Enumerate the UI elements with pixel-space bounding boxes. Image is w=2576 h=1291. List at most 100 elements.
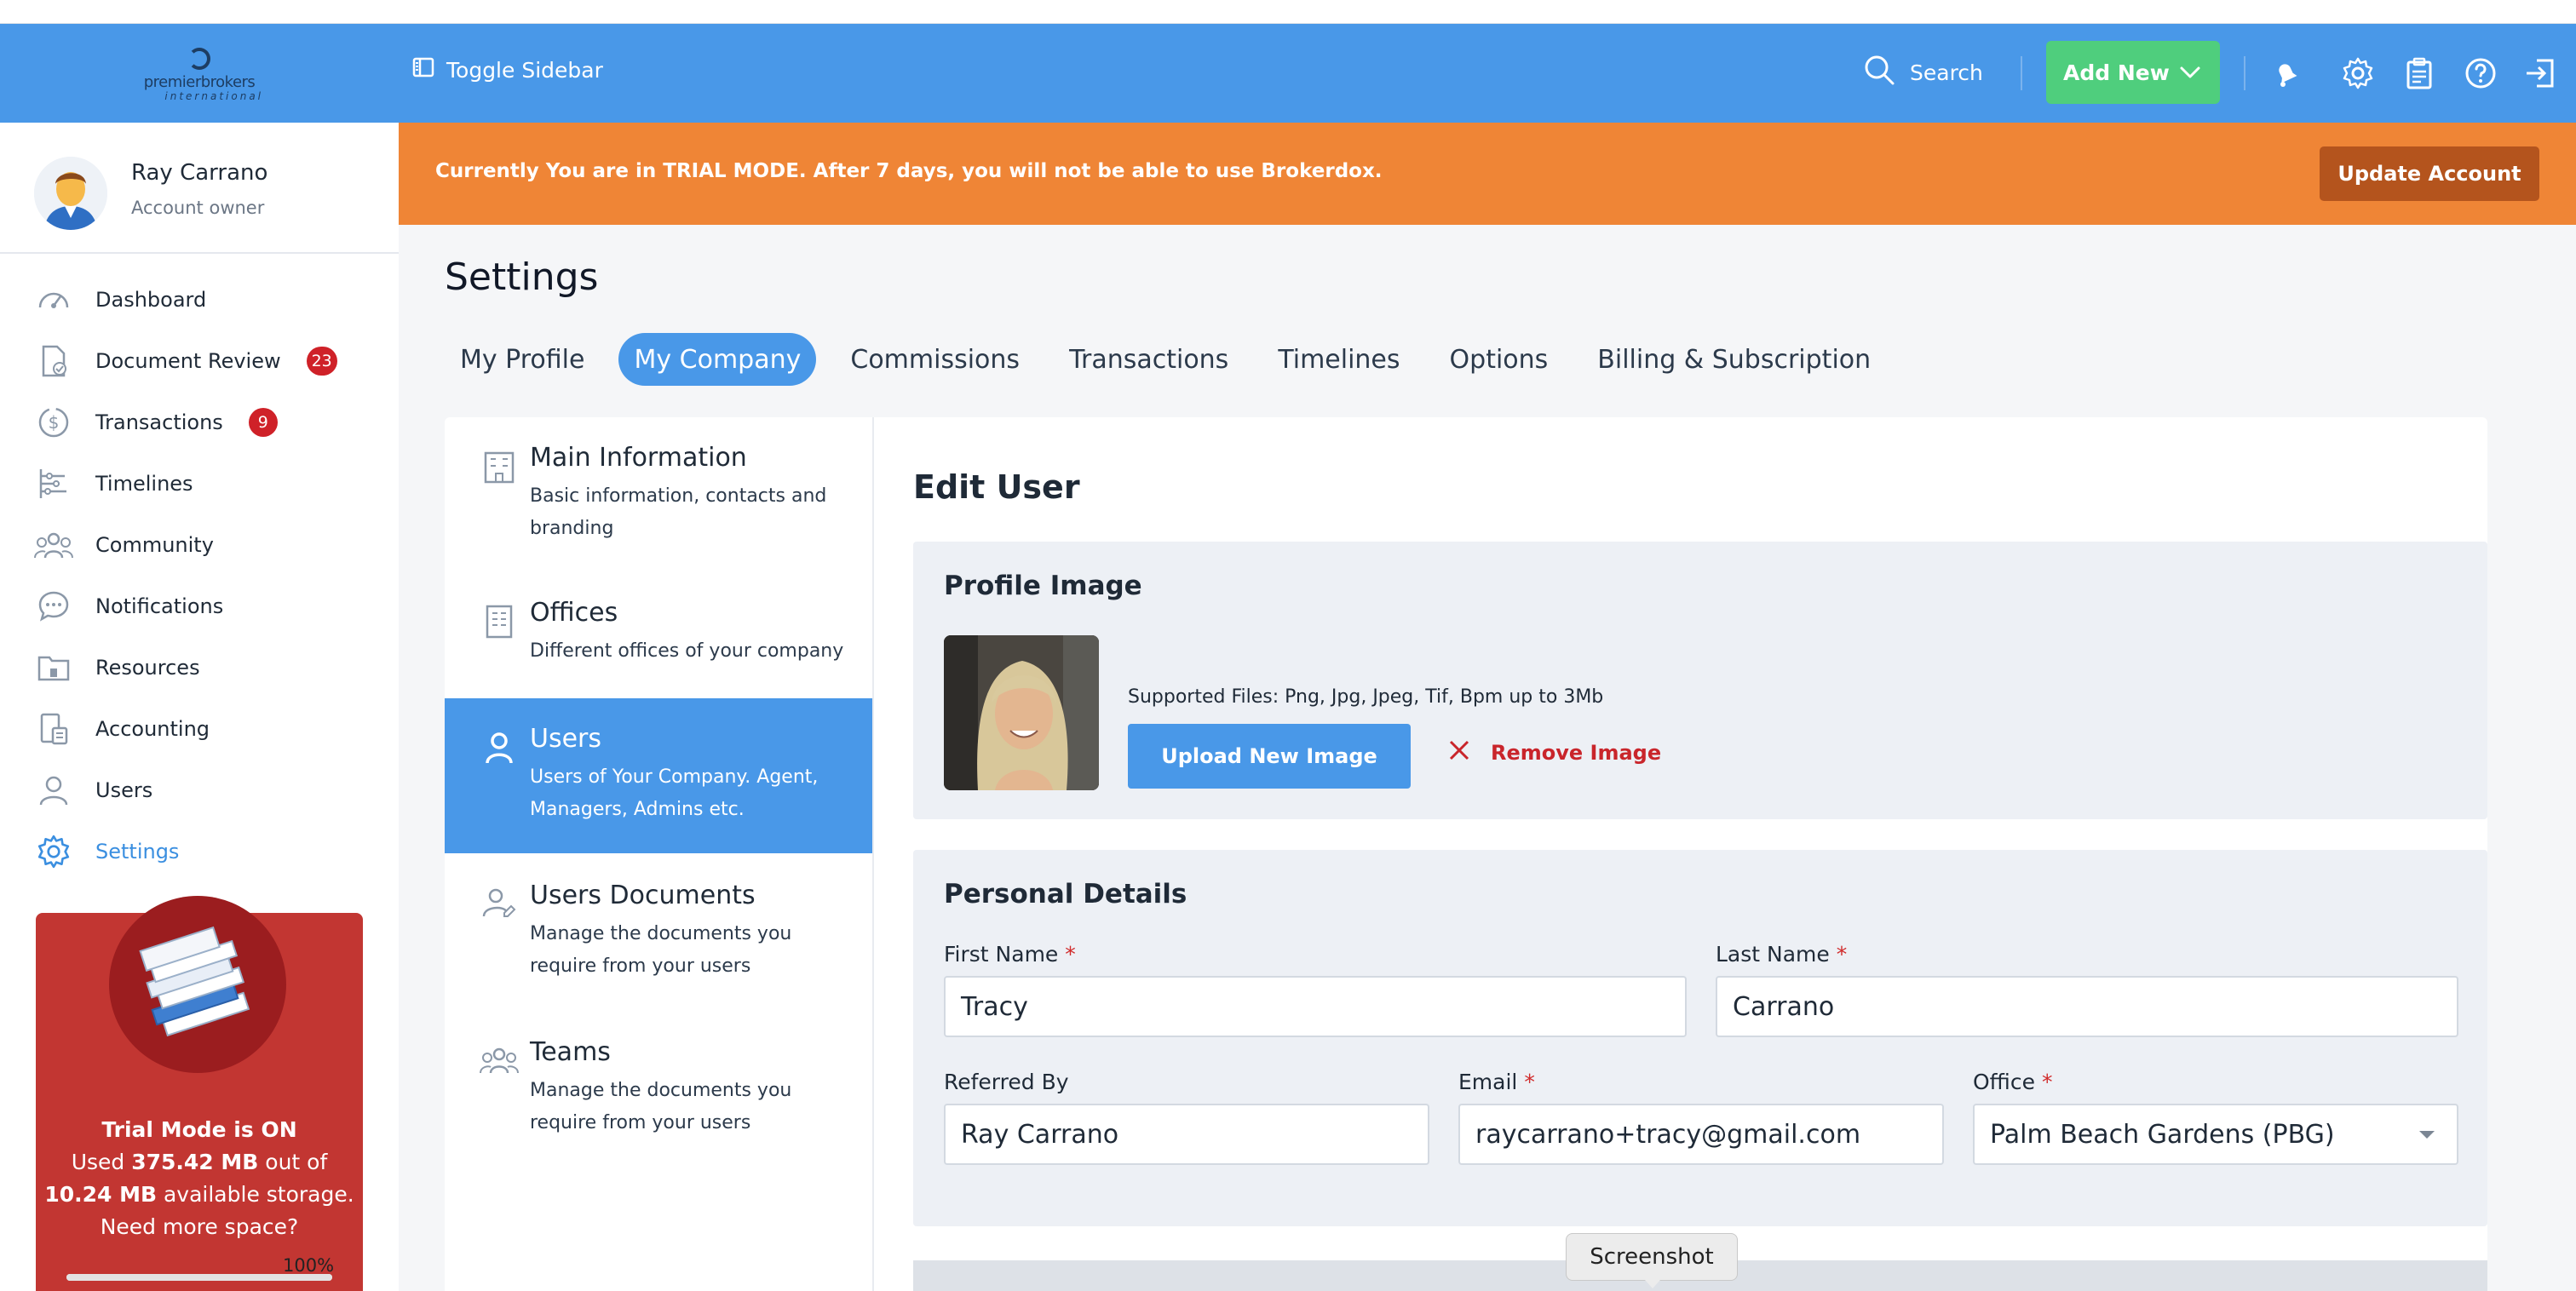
sidebar-item-accounting[interactable]: Accounting <box>34 709 210 749</box>
user-icon <box>479 727 520 768</box>
last-name-label: Last Name * <box>1716 942 1848 967</box>
avatar <box>34 157 107 230</box>
calculator-icon <box>34 709 73 749</box>
building-icon <box>479 446 520 487</box>
logo-subtext: international <box>164 90 263 102</box>
sidebar-item-dashboard[interactable]: Dashboard <box>34 279 206 320</box>
subnav-item-desc: Manage the documents you require from yo… <box>530 1080 792 1133</box>
office-select[interactable]: Palm Beach Gardens (PBG) <box>1973 1104 2458 1165</box>
browser-top-strip <box>0 0 2576 24</box>
storage-progress-fill <box>66 1274 332 1281</box>
gear-icon <box>34 832 73 871</box>
user-name: Ray Carrano <box>131 160 268 186</box>
subnav-item-title: Offices <box>530 598 618 628</box>
caret-down-icon <box>2419 1131 2435 1139</box>
notification-badge: 9 <box>248 408 278 437</box>
sidebar-item-label: Community <box>95 533 214 557</box>
sidebar-item-label: Transactions <box>95 410 223 434</box>
add-new-button[interactable]: Add New <box>2046 41 2220 104</box>
tab-commissions[interactable]: Commissions <box>835 333 1035 386</box>
tab-my-company[interactable]: My Company <box>618 333 817 386</box>
search-button[interactable]: Search <box>1862 53 1983 92</box>
svg-text:$: $ <box>49 412 60 433</box>
upload-new-image-button[interactable]: Upload New Image <box>1128 724 1411 789</box>
add-new-label: Add New <box>2063 60 2170 85</box>
subnav-item-desc: Users of Your Company. Agent, Managers, … <box>530 766 819 820</box>
sidebar-item-label: Notifications <box>95 594 224 618</box>
sidebar: Ray Carrano Account owner Dashboard Docu… <box>0 123 399 1291</box>
subnav-item-title: Teams <box>530 1037 611 1067</box>
sidebar-toggle-icon <box>412 56 434 83</box>
supported-files-text: Supported Files: Png, Jpg, Jpeg, Tif, Bp… <box>1128 686 1604 708</box>
tab-transactions[interactable]: Transactions <box>1054 333 1244 386</box>
company-logo: premierbrokers international <box>135 39 263 107</box>
toggle-sidebar-label: Toggle Sidebar <box>446 57 603 83</box>
bell-icon[interactable] <box>2268 55 2305 92</box>
user-document-icon <box>479 884 520 925</box>
chevron-down-icon <box>2177 60 2203 90</box>
sidebar-item-timelines[interactable]: Timelines <box>34 463 193 504</box>
tab-options[interactable]: Options <box>1435 333 1564 386</box>
referred-by-label: Referred By <box>944 1070 1069 1094</box>
close-icon <box>1446 737 1472 768</box>
timeline-icon <box>34 464 73 503</box>
toggle-sidebar-button[interactable]: Toggle Sidebar <box>412 56 603 83</box>
email-field[interactable]: raycarrano+tracy@gmail.com <box>1458 1104 1944 1165</box>
sidebar-item-settings[interactable]: Settings <box>34 831 179 872</box>
trial-storage-card: Trial Mode is ON Used 375.42 MB out of 1… <box>36 896 363 1291</box>
dollar-circle-icon: $ <box>34 403 73 442</box>
sidebar-item-community[interactable]: Community <box>34 525 214 565</box>
last-name-field[interactable]: Carrano <box>1716 976 2458 1037</box>
company-subnav: Main Information Basic information, cont… <box>445 417 874 1291</box>
profile-photo <box>944 635 1099 790</box>
referred-by-field[interactable]: Ray Carrano <box>944 1104 1429 1165</box>
settings-tabs: My Profile My Company Commissions Transa… <box>445 332 1905 387</box>
topbar-divider <box>2244 56 2245 90</box>
gear-icon[interactable] <box>2339 55 2377 92</box>
sidebar-item-users[interactable]: Users <box>34 770 152 811</box>
user-icon <box>34 771 73 810</box>
subnav-item-desc: Manage the documents you require from yo… <box>530 923 792 977</box>
email-label: Email * <box>1458 1070 1535 1094</box>
topbar-divider <box>2021 56 2022 90</box>
tab-my-profile[interactable]: My Profile <box>445 333 600 386</box>
profile-image-title: Profile Image <box>944 571 1142 601</box>
subnav-item-users[interactable]: Users Users of Your Company. Agent, Mana… <box>445 698 872 853</box>
subnav-item-title: Main Information <box>530 443 747 473</box>
sidebar-item-label: Document Review <box>95 349 281 373</box>
trial-banner-text: Currently You are in TRIAL MODE. After 7… <box>435 160 1383 182</box>
subnav-item-users-documents[interactable]: Users Documents Manage the documents you… <box>445 855 872 1010</box>
logo-area[interactable]: premierbrokers international <box>0 24 399 123</box>
subnav-item-desc: Different offices of your company <box>530 640 844 662</box>
subnav-item-teams[interactable]: Teams Manage the documents you require f… <box>445 1012 872 1167</box>
tab-timelines[interactable]: Timelines <box>1262 333 1415 386</box>
sidebar-item-transactions[interactable]: $ Transactions 9 <box>34 402 278 443</box>
update-account-button[interactable]: Update Account <box>2320 146 2539 201</box>
page-title: Settings <box>445 255 599 299</box>
chat-bubble-icon <box>34 587 73 626</box>
sidebar-item-label: Settings <box>95 840 180 864</box>
settings-content: Main Information Basic information, cont… <box>445 417 2487 1291</box>
trial-message: Trial Mode is ON Used 375.42 MB out of 1… <box>44 1117 354 1239</box>
personal-details-title: Personal Details <box>944 879 1187 909</box>
team-icon <box>479 1041 520 1082</box>
subnav-item-main-information[interactable]: Main Information Basic information, cont… <box>445 417 872 572</box>
logout-icon[interactable] <box>2521 55 2559 92</box>
user-profile-block[interactable]: Ray Carrano Account owner <box>0 123 399 254</box>
top-navbar: premierbrokers international Toggle Side… <box>0 24 2576 123</box>
remove-image-button[interactable]: Remove Image <box>1446 737 1661 768</box>
storage-progress-label: 100% <box>283 1255 335 1276</box>
search-icon <box>1862 53 1896 92</box>
speedometer-icon <box>34 280 73 319</box>
clipboard-icon[interactable] <box>2401 55 2438 92</box>
sidebar-item-document-review[interactable]: Document Review 23 <box>34 341 337 382</box>
subnav-item-desc: Basic information, contacts and branding <box>530 485 827 539</box>
edit-user-title: Edit User <box>913 468 1080 506</box>
sidebar-item-resources[interactable]: Resources <box>34 647 200 688</box>
documents-stack-icon <box>109 896 286 1073</box>
user-role: Account owner <box>131 198 265 218</box>
first-name-field[interactable]: Tracy <box>944 976 1687 1037</box>
sidebar-item-notifications[interactable]: Notifications <box>34 586 223 627</box>
help-icon[interactable] <box>2462 55 2499 92</box>
tab-billing-subscription[interactable]: Billing & Subscription <box>1582 333 1886 386</box>
